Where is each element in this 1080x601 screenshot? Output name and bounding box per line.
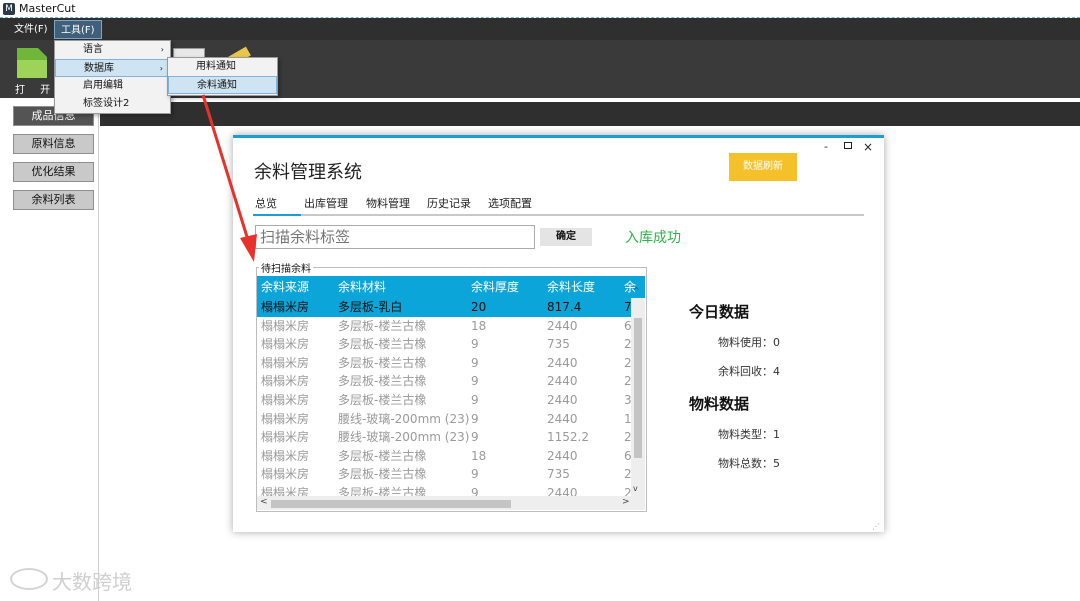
watermark-text: 大数跨境 xyxy=(52,570,132,594)
arrow-head xyxy=(240,234,257,262)
annotation-arrow xyxy=(201,94,257,262)
arrow-shaft xyxy=(201,94,250,241)
watermark-logo-icon xyxy=(10,568,48,590)
